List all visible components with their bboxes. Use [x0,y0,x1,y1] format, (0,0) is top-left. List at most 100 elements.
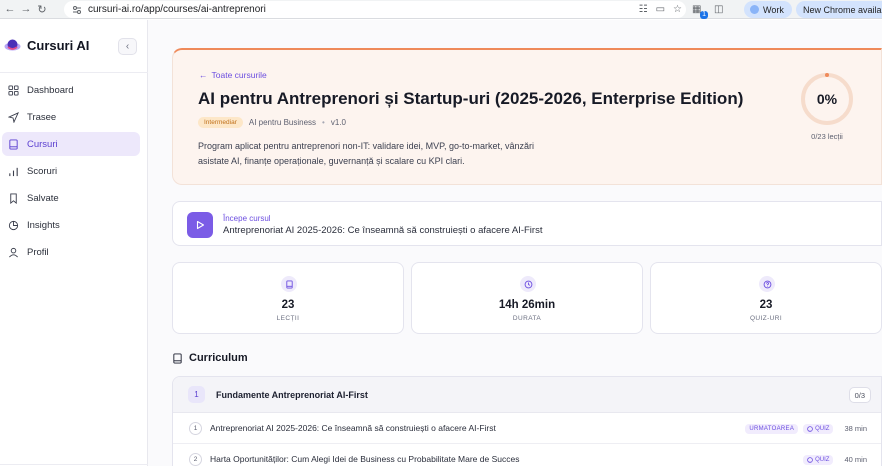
profile-label: Work [763,4,784,15]
forward-arrow-icon[interactable]: → [18,0,34,19]
curriculum-title: Curriculum [189,352,248,364]
brand-name: Cursuri AI [27,38,90,53]
book-open-icon [173,352,182,364]
extension-badge: 1 [700,10,708,19]
stat-label: QUIZ-URI [749,315,783,322]
site-settings-icon[interactable] [72,5,82,15]
next-lesson-badge: URMATOAREA [745,423,799,434]
send-icon [7,111,19,123]
meta-separator: • [322,118,325,127]
sidebar-footer-divider [0,464,148,465]
bar-chart-icon [7,165,19,177]
brand[interactable]: Cursuri AI [4,37,89,54]
sidebar-divider [0,72,148,73]
bookmark-icon [7,192,19,204]
sidebar-item-label: Scoruri [27,165,58,177]
bookmark-star-icon[interactable]: ☆ [673,4,682,15]
quiz-label: QUIZ [815,456,830,463]
stat-label: LECȚII [276,315,300,322]
stat-value: 14h 26min [498,299,556,311]
quiz-label: QUIZ [815,425,830,432]
start-lesson-title: Antreprenoriat AI 2025-2026: Ce înseamnă… [223,225,543,236]
user-icon [7,246,19,258]
back-arrow-icon[interactable]: ← [2,0,18,19]
help-circle-icon [807,456,813,463]
sidebar-item-profil[interactable]: Profil [2,240,140,264]
lesson-row[interactable]: 1 Antreprenoriat AI 2025-2026: Ce înseam… [173,413,881,444]
update-label: New Chrome availab [803,4,882,15]
stat-label: DURATA [512,315,542,322]
grid-icon [7,84,19,96]
cast-icon[interactable]: ▭ [656,4,665,15]
course-hero: ← Toate cursurile AI pentru Antreprenori… [172,48,882,185]
book-icon [281,276,297,292]
course-description: Program aplicat pentru antreprenori non-… [198,141,534,166]
lesson-number: 2 [189,452,202,466]
course-stats: 23 LECȚII 14h 26min DURATA 23 QUIZ-URI [172,262,882,334]
help-circle-icon [807,425,813,432]
progress-percent: 0% [816,91,838,107]
lesson-row[interactable]: 2 Harta Oportunităților: Cum Alegi Idei … [173,444,881,466]
url-text[interactable]: cursuri-ai.ro/app/courses/ai-antreprenor… [88,4,266,15]
course-version: v1.0 [330,118,346,127]
lessons-progress: 0/23 lecții [811,132,843,141]
back-to-courses-link[interactable]: ← Toate cursurile [199,70,267,80]
stat-quizzes: 23 QUIZ-URI [650,262,882,334]
back-link-label: Toate cursurile [211,70,267,80]
sidebar-nav: Dashboard Trasee Cursuri Scoruri Salvate [2,78,140,267]
start-course-card[interactable]: Începe cursul Antreprenoriat AI 2025-202… [172,201,882,246]
lesson-title: Harta Oportunităților: Cum Alegi Idei de… [210,454,520,464]
stat-lessons: 23 LECȚII [172,262,404,334]
lesson-number: 1 [189,421,202,435]
stat-duration: 14h 26min DURATA [411,262,643,334]
play-button[interactable] [187,212,213,238]
stat-value: 23 [759,299,773,311]
reload-icon[interactable]: ↻ [34,0,50,19]
level-badge: Intermediar [198,117,243,128]
extension-icon[interactable]: ▦ 1 [692,4,708,19]
module-number: 1 [188,386,205,403]
module-card: 1 Fundamente Antreprenoriat AI-First 0/3… [172,376,882,466]
sidebar-item-label: Dashboard [27,84,74,96]
pie-icon [7,219,19,231]
translate-icon[interactable]: ☷ [639,4,648,15]
arrow-left-icon: ← [199,70,208,80]
clock-icon [520,276,536,292]
browser-toolbar: ← → ↻ cursuri-ai.ro/app/courses/ai-antre… [0,0,882,19]
address-bar[interactable]: cursuri-ai.ro/app/courses/ai-antreprenor… [64,1,686,18]
update-chrome-button[interactable]: New Chrome availab [796,1,882,18]
module-header[interactable]: 1 Fundamente Antreprenoriat AI-First 0/3 [173,377,881,413]
puzzle-icon[interactable]: ◫ [714,4,723,15]
course-title: AI pentru Antreprenori și Startup-uri (2… [198,89,744,108]
profile-chip[interactable]: Work [744,1,792,18]
collapse-sidebar-button[interactable]: ‹ [118,38,137,55]
sidebar-item-label: Salvate [27,192,59,204]
main-content: ← Toate cursurile AI pentru Antreprenori… [148,20,882,466]
course-category: AI pentru Business [248,118,317,127]
course-meta: Intermediar AI pentru Business • v1.0 [198,117,346,128]
sidebar: Cursuri AI ‹ Dashboard Trasee Cursuri Sc… [0,20,148,466]
help-circle-icon [759,276,775,292]
sidebar-item-trasee[interactable]: Trasee [2,105,140,129]
brand-logo-icon [4,39,21,51]
sidebar-item-dashboard[interactable]: Dashboard [2,78,140,102]
sidebar-item-scoruri[interactable]: Scoruri [2,159,140,183]
module-progress-count: 0/3 [848,387,871,403]
sidebar-item-label: Profil [27,246,49,258]
sidebar-item-label: Trasee [27,111,57,123]
sidebar-item-label: Insights [27,219,60,231]
curriculum-heading: Curriculum [172,352,248,364]
module-title: Fundamente Antreprenoriat AI-First [216,389,368,400]
book-icon [7,138,19,150]
lesson-duration: 40 min [844,455,867,464]
profile-avatar-icon [750,5,759,14]
lesson-duration: 38 min [844,424,867,433]
lesson-title: Antreprenoriat AI 2025-2026: Ce înseamnă… [210,423,496,433]
sidebar-item-insights[interactable]: Insights [2,213,140,237]
sidebar-item-label: Cursuri [27,138,58,150]
sidebar-item-cursuri[interactable]: Cursuri [2,132,140,156]
play-icon [196,220,205,230]
sidebar-item-salvate[interactable]: Salvate [2,186,140,210]
quiz-badge: QUIZ [803,454,834,465]
quiz-badge: QUIZ [803,423,834,434]
